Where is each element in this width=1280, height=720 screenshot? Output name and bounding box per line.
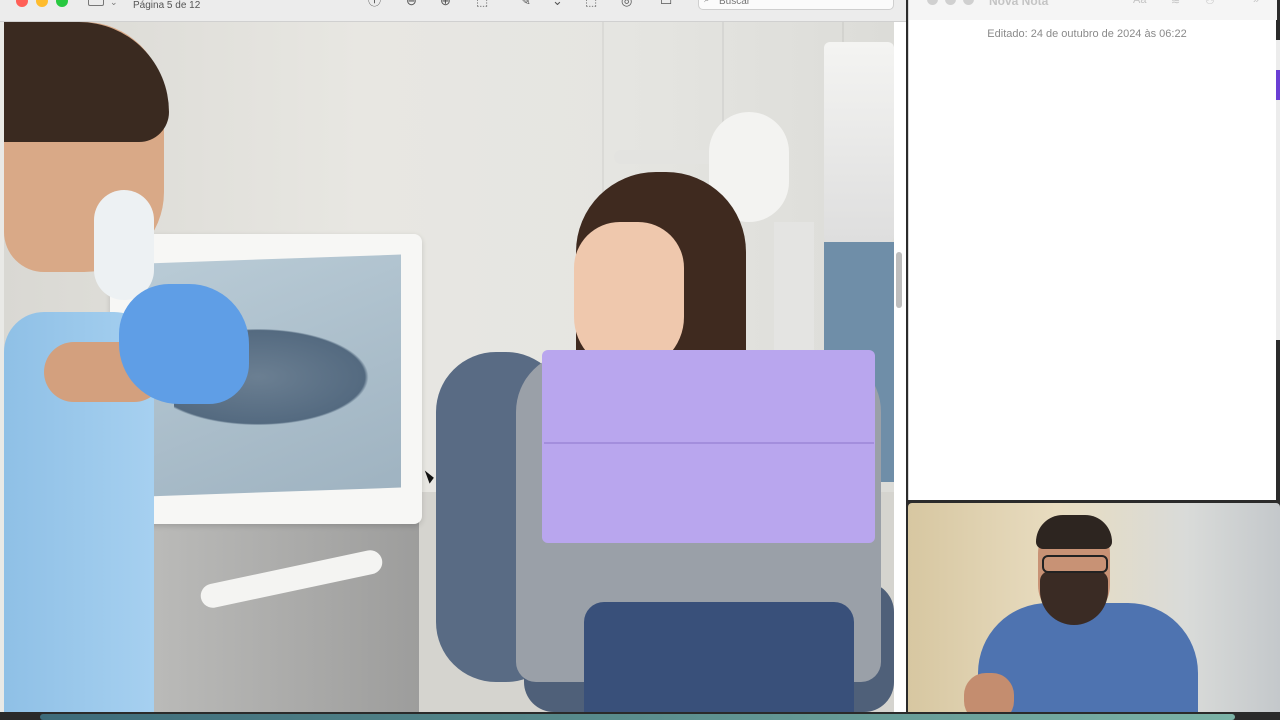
search-input[interactable] [719, 0, 889, 7]
bib-fold [544, 442, 874, 444]
notes-title: Nova Nota [989, 0, 1049, 8]
dock-strip [0, 712, 1280, 720]
preview-toolbar: ⌄ Página 5 de 12 ⓘ ⊖ ⊕ ⬚ ✎ ⌄ ⬚ ◎ ▭ ⌕ [0, 0, 906, 22]
format-button[interactable]: Aa [1133, 0, 1146, 6]
notes-minimize-button[interactable] [945, 0, 956, 5]
close-window-button[interactable] [16, 0, 28, 7]
collaborate-icon[interactable]: ⚇ [1205, 0, 1215, 7]
notes-window: Nova Nota Aa ≋ ⚇ » Editado: 24 de outubr… [908, 0, 1277, 500]
form-fill-icon[interactable]: ▭ [660, 0, 672, 8]
patient-jeans [584, 602, 854, 712]
webcam-overlay [908, 503, 1280, 720]
presenter-glasses [1042, 555, 1108, 573]
edited-timestamp: Editado: 24 de outubro de 2024 às 06:22 [987, 28, 1187, 40]
info-icon[interactable]: ⓘ [368, 0, 381, 8]
zoom-window-button[interactable] [56, 0, 68, 7]
chevron-down-icon[interactable]: ⌄ [110, 0, 118, 8]
search-icon: ⌕ [704, 0, 710, 5]
search-field[interactable]: ⌕ [698, 0, 894, 10]
patient-bib [542, 350, 875, 543]
audio-icon[interactable]: ≋ [1171, 0, 1180, 7]
zoom-in-icon[interactable]: ⊕ [440, 0, 451, 8]
sidebar-toggle-icon[interactable] [88, 0, 104, 6]
dock-glow [40, 714, 1235, 720]
markup-chevron-icon[interactable]: ⌄ [552, 0, 563, 8]
zoom-out-icon[interactable]: ⊖ [406, 0, 417, 8]
share-icon[interactable]: ⬚ [476, 0, 488, 8]
blue-glove [119, 284, 249, 404]
page-indicator: Página 5 de 12 [133, 0, 201, 11]
document-view[interactable] [0, 22, 894, 712]
equipment-cabinet [824, 42, 894, 242]
rotate-icon[interactable]: ⬚ [585, 0, 597, 8]
preview-scrollbar[interactable] [896, 252, 902, 308]
dentist-hair [4, 22, 169, 142]
notes-close-button[interactable] [927, 0, 938, 5]
accent-marker [1276, 70, 1280, 100]
dentist-mask [94, 190, 154, 300]
scanner-stand [129, 512, 419, 712]
annotate-icon[interactable]: ◎ [621, 0, 632, 8]
notes-zoom-button[interactable] [963, 0, 974, 5]
preview-window: ⌄ Página 5 de 12 ⓘ ⊖ ⊕ ⬚ ✎ ⌄ ⬚ ◎ ▭ ⌕ [0, 0, 906, 712]
markup-icon[interactable]: ✎ [520, 0, 531, 8]
desktop: ⌄ Página 5 de 12 ⓘ ⊖ ⊕ ⬚ ✎ ⌄ ⬚ ◎ ▭ ⌕ [0, 0, 1280, 720]
notes-titlebar: Nova Nota Aa ≋ ⚇ » [909, 0, 1277, 20]
minimize-window-button[interactable] [36, 0, 48, 7]
dental-scan-photo [4, 22, 894, 712]
presenter-hair [1036, 515, 1112, 549]
more-chevron-icon[interactable]: » [1253, 0, 1259, 6]
